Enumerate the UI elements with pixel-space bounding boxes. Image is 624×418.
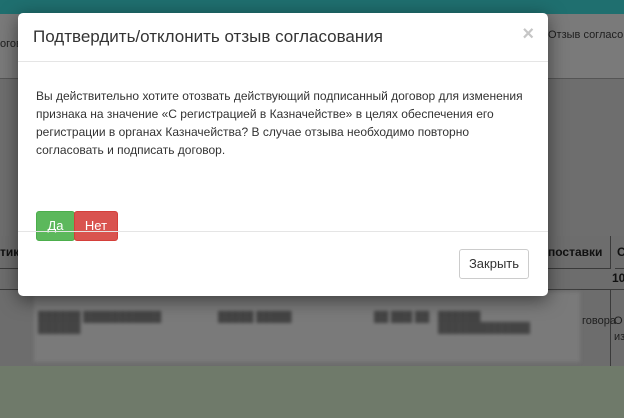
background-header-right-text: Отзыв согласо [548, 29, 624, 41]
dialog-footer: Закрыть [18, 231, 548, 297]
table-divider [610, 290, 611, 366]
close-icon[interactable]: × [522, 23, 534, 46]
dialog-header: Подтвердить/отклонить отзыв согласования… [18, 13, 548, 62]
table-cell-text: говора [582, 315, 616, 327]
table-cell-text: О [614, 315, 623, 327]
top-bar [0, 0, 624, 14]
blurred-table-row: ██████ ███████████ ██████ █████ █████ ██… [34, 292, 580, 362]
dialog-body: Вы действительно хотите отозвать действу… [18, 62, 548, 241]
dialog-title: Подтвердить/отклонить отзыв согласования [33, 27, 383, 46]
close-button[interactable]: Закрыть [459, 249, 529, 279]
table-subrow-number: 10 [612, 271, 624, 285]
background-footer [0, 366, 624, 418]
dialog-message: Вы действительно хотите отозвать действу… [36, 89, 523, 157]
confirm-recall-dialog: Подтвердить/отклонить отзыв согласования… [18, 13, 548, 296]
table-header-cell: поставки [548, 236, 611, 269]
table-header-cell: С [615, 236, 624, 269]
table-cell-text: из [614, 331, 624, 343]
